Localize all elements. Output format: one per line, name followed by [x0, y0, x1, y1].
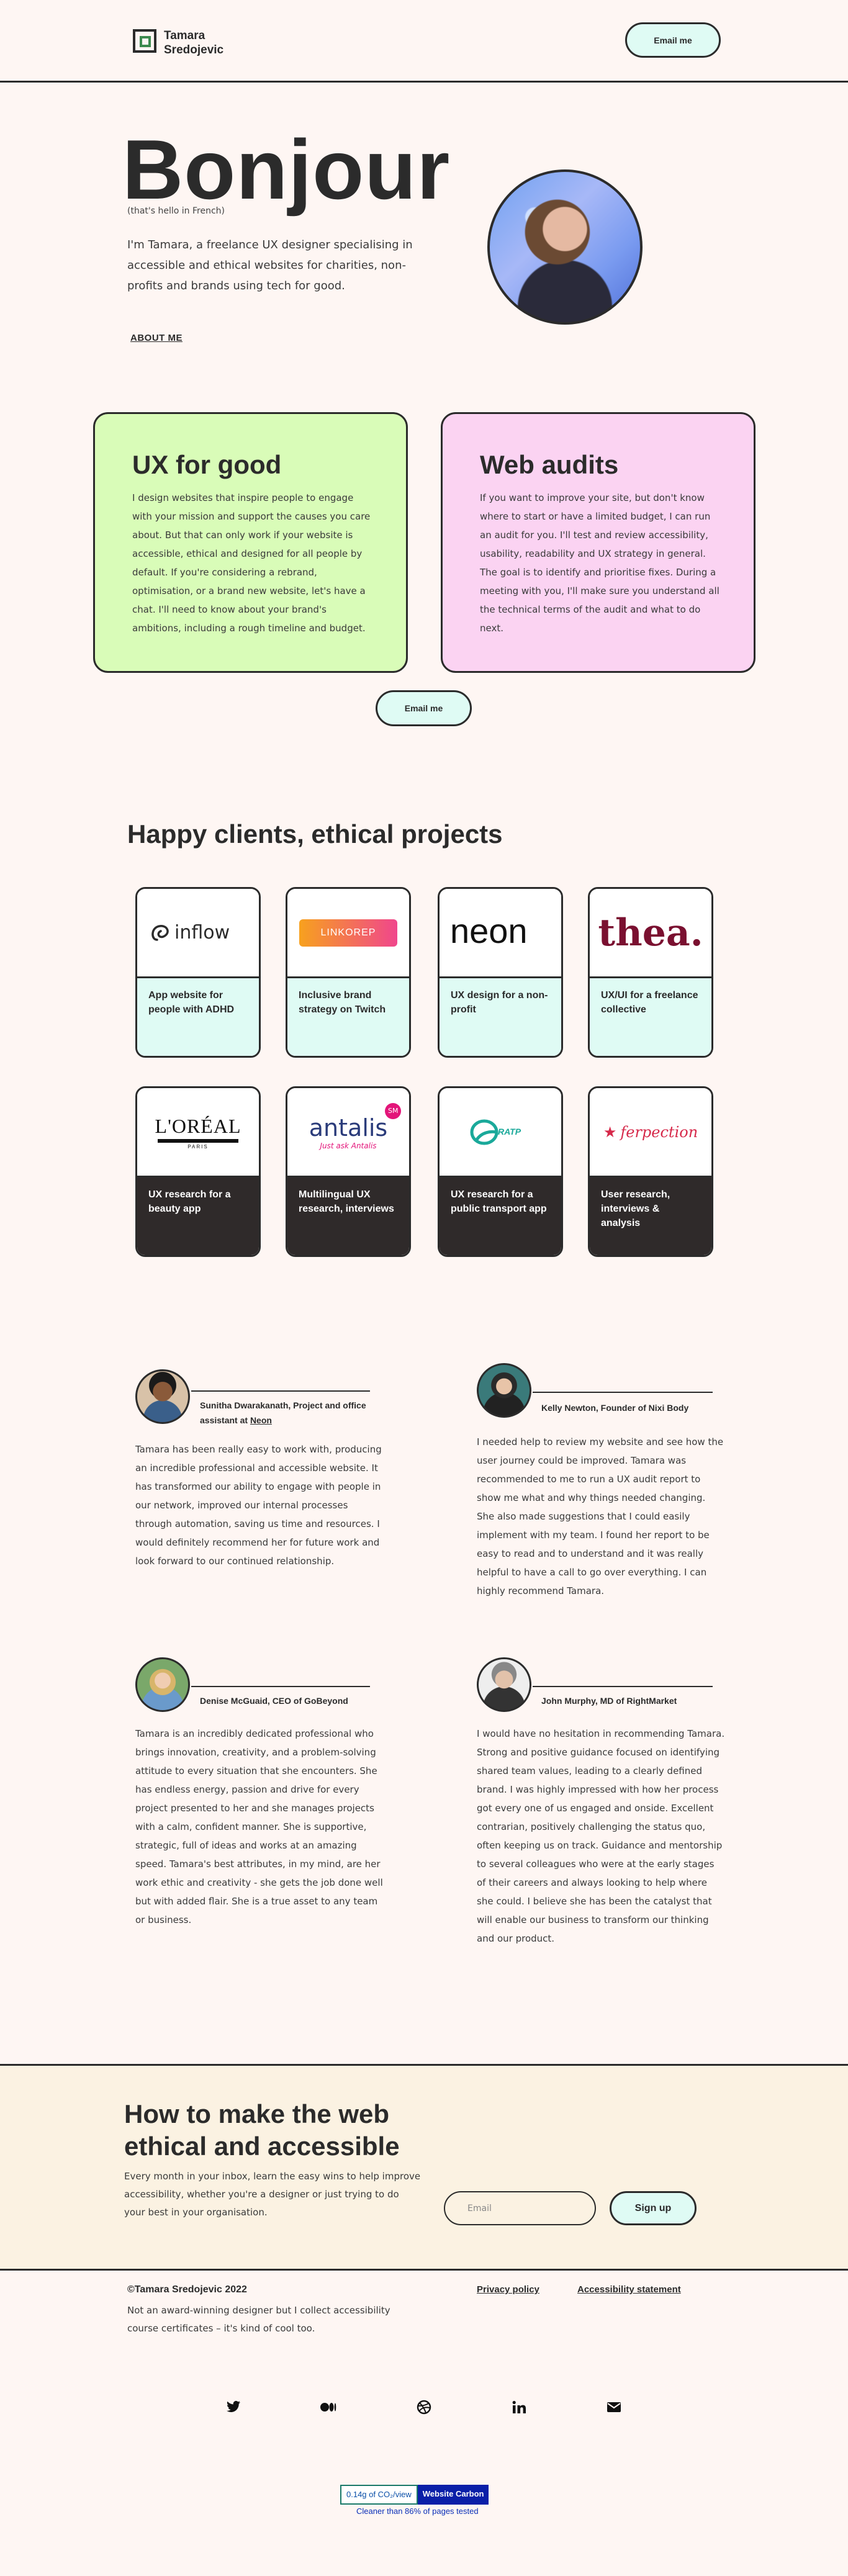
testimonial-author: John Murphy, MD of RightMarket	[541, 1696, 677, 1706]
project-caption: UX research for a beauty app	[137, 1178, 259, 1255]
medium-icon[interactable]	[318, 2397, 338, 2417]
neon-link[interactable]: Neon	[250, 1415, 272, 1425]
project-card-loreal[interactable]: L'ORÉAL PARIS UX research for a beauty a…	[135, 1086, 261, 1257]
hero-subtitle: (that's hello in French)	[127, 206, 225, 216]
testimonial-body: I would have no hesitation in recommendi…	[477, 1728, 725, 1944]
project-caption: UX/UI for a freelance collective	[590, 978, 711, 1056]
project-caption: Multilingual UX research, interviews	[287, 1178, 409, 1255]
header-email-button[interactable]: Email me	[625, 22, 721, 58]
carbon-value: 0.14g of CO₂/view	[340, 2485, 418, 2505]
newsletter-email-input[interactable]: Email	[444, 2191, 596, 2225]
divider	[191, 1390, 370, 1392]
logo-line-2: Sredojevic	[164, 43, 224, 56]
dribbble-icon[interactable]	[414, 2397, 434, 2417]
project-card-neon[interactable]: neon UX design for a non-profit	[438, 887, 563, 1058]
project-card-inflow[interactable]: inflow App website for people with ADHD	[135, 887, 261, 1058]
twitter-icon[interactable]	[223, 2397, 243, 2417]
inflow-logo: inflow	[137, 889, 259, 978]
project-caption: App website for people with ADHD	[137, 978, 259, 1056]
ferpection-logo: ★ ferpection	[590, 1088, 711, 1178]
divider	[191, 1686, 370, 1687]
service-title: Web audits	[480, 450, 619, 479]
linkorep-logo: LINKOREP	[287, 889, 409, 978]
testimonial-body: I needed help to review my website and s…	[477, 1436, 724, 1596]
copyright: ©Tamara Sredojevic 2022	[127, 2284, 247, 2295]
accessibility-statement-link[interactable]: Accessibility statement	[577, 2284, 681, 2295]
profile-photo	[487, 169, 643, 325]
carbon-note: Cleaner than 86% of pages tested	[356, 2506, 479, 2516]
service-body: I design websites that inspire people to…	[132, 492, 371, 634]
project-card-ratp[interactable]: RATP UX research for a public transport …	[438, 1086, 563, 1257]
logo-icon[interactable]	[133, 29, 156, 53]
service-title: UX for good	[132, 450, 282, 479]
site-header	[0, 0, 848, 83]
project-caption: User research, interviews & analysis	[590, 1178, 711, 1255]
testimonial-body: Tamara is an incredibly dedicated profes…	[135, 1728, 383, 1925]
thea-logo: thea.	[590, 889, 711, 978]
about-me-link[interactable]: ABOUT ME	[130, 333, 183, 343]
project-caption: UX research for a public transport app	[440, 1178, 561, 1255]
divider	[533, 1686, 713, 1687]
website-carbon-badge[interactable]: 0.14g of CO₂/view Website Carbon	[340, 2485, 489, 2505]
projects-title: Happy clients, ethical projects	[127, 819, 503, 849]
carbon-label: Website Carbon	[417, 2485, 489, 2505]
testimonial-author: Kelly Newton, Founder of Nixi Body	[541, 1403, 689, 1413]
project-card-thea[interactable]: thea. UX/UI for a freelance collective	[588, 887, 713, 1058]
service-card-ux-for-good: UX for good I design websites that inspi…	[93, 412, 408, 673]
email-me-button[interactable]: Email me	[376, 690, 472, 726]
divider	[533, 1392, 713, 1393]
testimonial-author: Denise McGuaid, CEO of GoBeyond	[200, 1696, 348, 1706]
avatar	[477, 1657, 531, 1712]
star-icon: ★	[603, 1123, 617, 1141]
mail-icon[interactable]	[604, 2397, 624, 2417]
svg-text:neon: neon	[450, 914, 528, 950]
testimonial-author: Sunitha Dwarakanath, Project and office …	[200, 1400, 366, 1425]
project-card-linkorep[interactable]: LINKOREP Inclusive brand strategy on Twi…	[286, 887, 411, 1058]
sign-up-button[interactable]: Sign up	[610, 2191, 697, 2225]
footer-note: Not an award-winning designer but I coll…	[127, 2305, 390, 2334]
ratp-logo: RATP	[440, 1088, 561, 1178]
linkedin-icon[interactable]	[509, 2397, 529, 2417]
privacy-policy-link[interactable]: Privacy policy	[477, 2284, 539, 2295]
hero-title: Bonjour	[122, 122, 451, 217]
loreal-logo: L'ORÉAL PARIS	[137, 1088, 259, 1178]
avatar	[135, 1369, 190, 1424]
project-caption: UX design for a non-profit	[440, 978, 561, 1056]
project-card-ferpection[interactable]: ★ ferpection User research, interviews &…	[588, 1086, 713, 1257]
logo-line-1: Tamara	[164, 29, 205, 42]
svg-text:RATP: RATP	[498, 1127, 521, 1137]
project-caption: Inclusive brand strategy on Twitch	[287, 978, 409, 1056]
antalis-logo: antalis SM Just ask Antalis	[287, 1088, 409, 1178]
newsletter-title: How to make the web ethical and accessib…	[124, 2099, 400, 2161]
svg-text:inflow: inflow	[174, 922, 230, 943]
project-card-antalis[interactable]: antalis SM Just ask Antalis Multilingual…	[286, 1086, 411, 1257]
service-card-web-audits: Web audits If you want to improve your s…	[441, 412, 756, 673]
avatar	[477, 1363, 531, 1418]
service-body: If you want to improve your site, but do…	[480, 492, 719, 634]
newsletter-body: Every month in your inbox, learn the eas…	[124, 2171, 421, 2218]
neon-logo: neon	[440, 889, 561, 978]
site-logo-text[interactable]: Tamara Sredojevic	[164, 29, 263, 57]
testimonial-body: Tamara has been really easy to work with…	[135, 1444, 382, 1567]
hero-intro: I'm Tamara, a freelance UX designer spec…	[127, 238, 413, 292]
avatar	[135, 1657, 190, 1712]
